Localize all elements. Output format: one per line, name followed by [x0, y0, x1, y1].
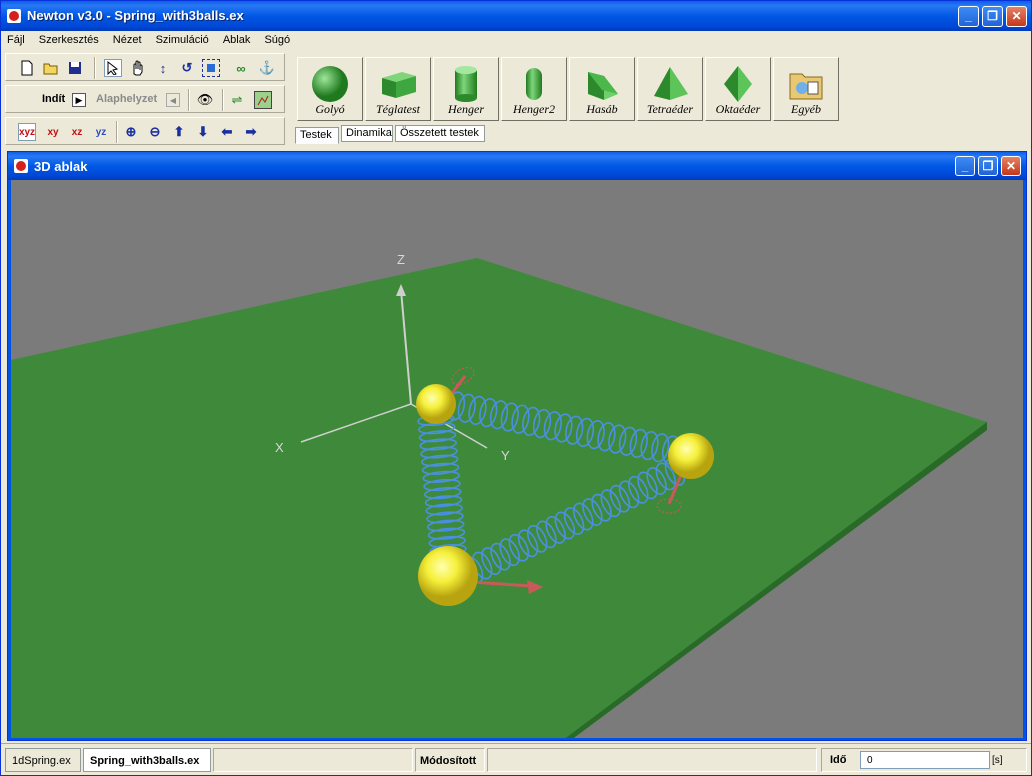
arrow-left-icon[interactable]: ⬅	[218, 123, 236, 141]
tetrahedron-icon	[654, 67, 688, 100]
sphere-icon	[312, 66, 348, 102]
time-label: Idő	[830, 754, 847, 766]
toolbar-view: xyz xy xz yz ⊕ ⊖ ⬆ ⬇ ⬅ ➡	[5, 117, 285, 145]
toolbar-panel: ↕ ↺ ∞ ⚓ Indít ▶ Alaphelyzet ◀ 👁 ⇌ xyz xy…	[5, 53, 285, 147]
time-unit: [s]	[992, 755, 1003, 766]
tab-dynamics[interactable]: Dinamika	[341, 125, 393, 142]
shape-other-button[interactable]: Egyéb	[773, 57, 839, 121]
shape-label: Golyó	[315, 102, 345, 116]
doc-tab-1dspring[interactable]: 1dSpring.ex	[5, 748, 81, 772]
toolbar-file: ↕ ↺ ∞ ⚓	[5, 53, 285, 81]
child-maximize-button[interactable]: ❐	[978, 156, 998, 176]
shape-capsule-button[interactable]: Henger2	[501, 57, 567, 121]
menu-view[interactable]: Nézet	[107, 31, 147, 46]
app-icon	[14, 159, 28, 173]
3d-viewport[interactable]: Z X Y	[11, 180, 1023, 738]
zoom-in-icon[interactable]: ⊕	[122, 123, 140, 141]
status-empty-2	[487, 748, 817, 772]
shape-box-button[interactable]: Téglatest	[365, 57, 431, 121]
window-title: Newton v3.0 - Spring_with3balls.ex	[27, 8, 244, 23]
shape-octahedron-button[interactable]: Oktaéder	[705, 57, 771, 121]
main-window: Newton v3.0 - Spring_with3balls.ex _ ❐ ✕…	[0, 0, 1032, 776]
select-cursor-icon[interactable]	[104, 59, 122, 77]
title-bar: Newton v3.0 - Spring_with3balls.ex _ ❐ ✕	[1, 1, 1031, 31]
view-xy-icon[interactable]: xy	[44, 123, 62, 141]
scale-icon[interactable]	[202, 59, 220, 77]
shape-prism-button[interactable]: Hasáb	[569, 57, 635, 121]
prism-icon	[588, 72, 618, 100]
shape-palette: Golyó Téglatest Henger Henger2 Hasáb Tet…	[293, 57, 843, 123]
shape-sphere-button[interactable]: Golyó	[297, 57, 363, 121]
tab-compound-bodies[interactable]: Összetett testek	[395, 125, 485, 142]
open-folder-icon[interactable]	[42, 59, 60, 77]
app-icon	[7, 9, 21, 23]
menu-simulation[interactable]: Szimuláció	[150, 31, 214, 46]
shape-label: Egyéb	[791, 102, 821, 116]
status-bar: 1dSpring.ex Spring_with3balls.ex Módosít…	[1, 743, 1031, 775]
time-value: 0	[860, 751, 990, 769]
ball[interactable]	[418, 546, 478, 606]
arrow-up-icon[interactable]: ⬆	[170, 123, 188, 141]
link-icon[interactable]: ∞	[232, 59, 250, 77]
menu-edit[interactable]: Szerkesztés	[33, 31, 104, 46]
maximize-button[interactable]: ❐	[982, 6, 1003, 27]
floor-plane	[11, 258, 987, 738]
y-axis-label: Y	[501, 448, 510, 463]
3d-window-title: 3D ablak	[34, 159, 88, 174]
box-icon	[382, 72, 416, 98]
modified-status: Módosított	[415, 748, 485, 772]
minimize-button[interactable]: _	[958, 6, 979, 27]
3d-window-title-bar: 3D ablak _ ❐ ✕	[8, 152, 1026, 180]
arrow-right-icon[interactable]: ➡	[242, 123, 260, 141]
3d-window: 3D ablak _ ❐ ✕ Z X Y	[7, 151, 1027, 741]
shape-tetrahedron-button[interactable]: Tetraéder	[637, 57, 703, 121]
start-label[interactable]: Indít	[42, 93, 65, 105]
menu-bar: Fájl Szerkesztés Nézet Szimuláció Ablak …	[1, 31, 1031, 51]
view-yz-icon[interactable]: yz	[92, 123, 110, 141]
folder-icon	[789, 73, 823, 100]
graph-icon[interactable]: ⇌	[228, 91, 246, 109]
z-axis-label: Z	[397, 252, 405, 267]
shape-label: Henger	[448, 102, 484, 116]
status-empty	[213, 748, 413, 772]
rotate-icon[interactable]: ↺	[178, 59, 196, 77]
menu-window[interactable]: Ablak	[217, 31, 256, 46]
rewind-icon[interactable]: ◀	[166, 93, 180, 107]
reset-label[interactable]: Alaphelyzet	[96, 93, 157, 105]
save-icon[interactable]	[66, 59, 84, 77]
shape-label: Oktaéder	[715, 102, 761, 116]
time-panel: Idő 0 [s]	[821, 748, 1027, 772]
tab-bodies[interactable]: Testek	[295, 127, 339, 144]
move-vertical-icon[interactable]: ↕	[154, 59, 172, 77]
close-button[interactable]: ✕	[1006, 6, 1027, 27]
new-file-icon[interactable]	[18, 59, 36, 77]
shape-cylinder-button[interactable]: Henger	[433, 57, 499, 121]
menu-file[interactable]: Fájl	[1, 31, 30, 46]
toolbar-simulation: Indít ▶ Alaphelyzet ◀ 👁 ⇌	[5, 85, 285, 113]
child-minimize-button[interactable]: _	[955, 156, 975, 176]
capsule-icon	[526, 68, 542, 100]
shape-label: Henger2	[513, 102, 555, 116]
octahedron-icon	[724, 66, 752, 102]
menu-help[interactable]: Súgó	[258, 31, 295, 46]
ball[interactable]	[668, 433, 714, 479]
chart-window-icon[interactable]	[254, 91, 272, 109]
shape-label: Téglatest	[376, 102, 420, 116]
zoom-out-icon[interactable]: ⊖	[146, 123, 164, 141]
view-xyz-icon[interactable]: xyz	[18, 123, 36, 141]
shape-label: Tetraéder	[646, 102, 694, 116]
hand-pan-icon[interactable]	[128, 59, 146, 77]
cylinder-icon	[455, 66, 477, 102]
x-axis-label: X	[275, 440, 284, 455]
ball[interactable]	[416, 384, 456, 424]
view-xz-icon[interactable]: xz	[68, 123, 86, 141]
play-icon[interactable]: ▶	[72, 93, 86, 107]
child-close-button[interactable]: ✕	[1001, 156, 1021, 176]
shape-label: Hasáb	[586, 102, 618, 116]
arrow-down-icon[interactable]: ⬇	[194, 123, 212, 141]
anchor-icon[interactable]: ⚓	[258, 59, 276, 77]
doc-tab-spring-with3balls[interactable]: Spring_with3balls.ex	[83, 748, 211, 772]
eye-icon[interactable]: 👁	[196, 91, 214, 109]
